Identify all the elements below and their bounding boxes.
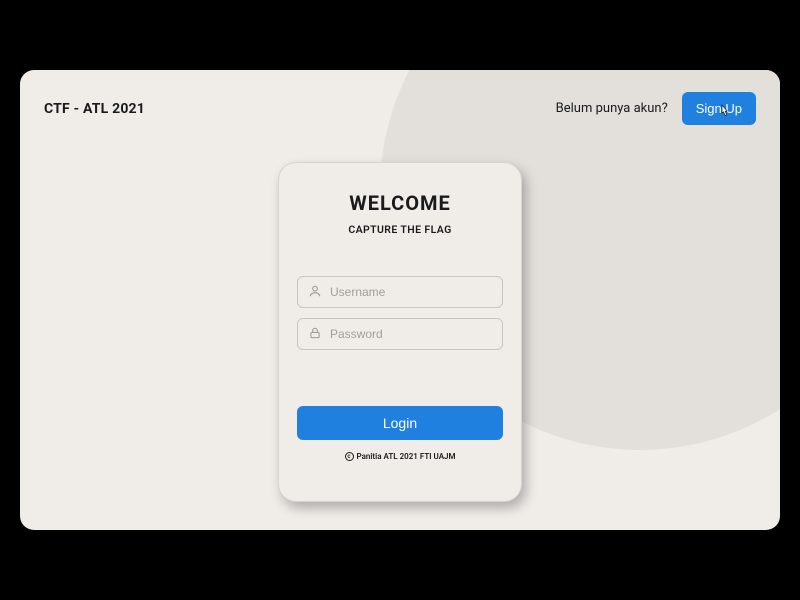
signup-prompt: Belum punya akun? [556, 101, 668, 116]
header-right: Belum punya akun? Sign Up [556, 92, 756, 125]
password-field[interactable] [297, 318, 503, 350]
brand-title: CTF - ATL 2021 [44, 101, 145, 117]
copyright-icon: c [345, 452, 354, 461]
user-icon [308, 283, 322, 302]
username-input[interactable] [330, 285, 492, 299]
lock-icon [308, 325, 322, 344]
login-button-label: Login [383, 415, 417, 431]
copyright-text: Panitia ATL 2021 FTI UAJM [357, 452, 456, 461]
login-card: WELCOME CAPTURE THE FLAG [278, 162, 522, 502]
card-title: WELCOME [349, 191, 451, 215]
login-button[interactable]: Login [297, 406, 503, 440]
password-input[interactable] [330, 327, 492, 341]
username-field[interactable] [297, 276, 503, 308]
signup-button[interactable]: Sign Up [682, 92, 756, 125]
copyright: c Panitia ATL 2021 FTI UAJM [345, 452, 456, 461]
header: CTF - ATL 2021 Belum punya akun? Sign Up [44, 92, 756, 125]
app-window: CTF - ATL 2021 Belum punya akun? Sign Up… [20, 70, 780, 530]
signup-button-label: Sign Up [696, 101, 742, 116]
login-fields [297, 276, 503, 350]
card-subtitle: CAPTURE THE FLAG [348, 223, 451, 236]
